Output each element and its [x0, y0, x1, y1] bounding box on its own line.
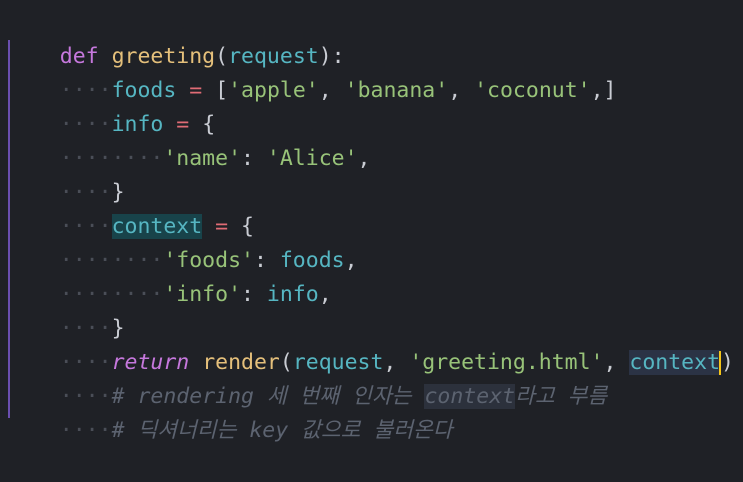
string-apple: 'apple': [228, 78, 319, 103]
code-line-8[interactable]: ········'info': info,: [8, 244, 332, 307]
code-line-4[interactable]: ········'name': 'Alice',: [8, 108, 371, 171]
code-line-1[interactable]: def greeting(request):: [8, 6, 345, 69]
comment-word: 딕셔너리는: [137, 418, 237, 443]
code-line-12[interactable]: ····# 딕셔너리는 key 값으로 불러온다: [8, 380, 453, 443]
dict-key-info: 'info': [163, 282, 242, 307]
indent-dots: ····: [59, 418, 112, 443]
comma: ,: [318, 282, 332, 307]
var-info-ref: info: [266, 282, 319, 307]
code-editor[interactable]: def greeting(request): ····foods = ['app…: [0, 0, 743, 443]
comment-word: 라고: [515, 384, 555, 409]
comment-word: key: [249, 418, 289, 443]
comma: ,: [448, 78, 462, 103]
comment-word: 값으로: [301, 418, 361, 443]
code-line-10[interactable]: ····return render(request, 'greeting.htm…: [8, 312, 734, 375]
colon: :: [241, 282, 254, 307]
comma: ,: [357, 146, 371, 171]
code-line-6[interactable]: ····context = {: [8, 176, 254, 239]
comma: ,: [344, 248, 358, 273]
code-line-5[interactable]: ····}: [8, 142, 125, 205]
comma: ,: [318, 78, 332, 103]
comment-word: 불러온다: [373, 418, 453, 443]
comment-hash: #: [111, 418, 125, 443]
code-line-9[interactable]: ····}: [8, 278, 125, 341]
bracket-close: ,]: [590, 78, 617, 103]
code-line-2[interactable]: ····foods = ['apple', 'banana', 'coconut…: [8, 40, 617, 103]
code-line-7[interactable]: ········'foods': foods,: [8, 210, 358, 273]
code-line-3[interactable]: ····info = {: [8, 74, 215, 137]
dict-key-name: 'name': [163, 146, 242, 171]
bracket: [: [215, 78, 229, 103]
string-alice: 'Alice': [266, 146, 358, 171]
code-line-11[interactable]: ····# rendering 세 번째 인자는 context라고 부름: [8, 346, 607, 409]
comment-word: 부름: [567, 384, 608, 409]
paren-close: ): [721, 350, 734, 375]
string-coconut: 'coconut': [474, 78, 591, 103]
arg-context-selected: context: [629, 350, 721, 375]
colon: :: [241, 146, 254, 171]
string-banana: 'banana': [344, 78, 449, 103]
